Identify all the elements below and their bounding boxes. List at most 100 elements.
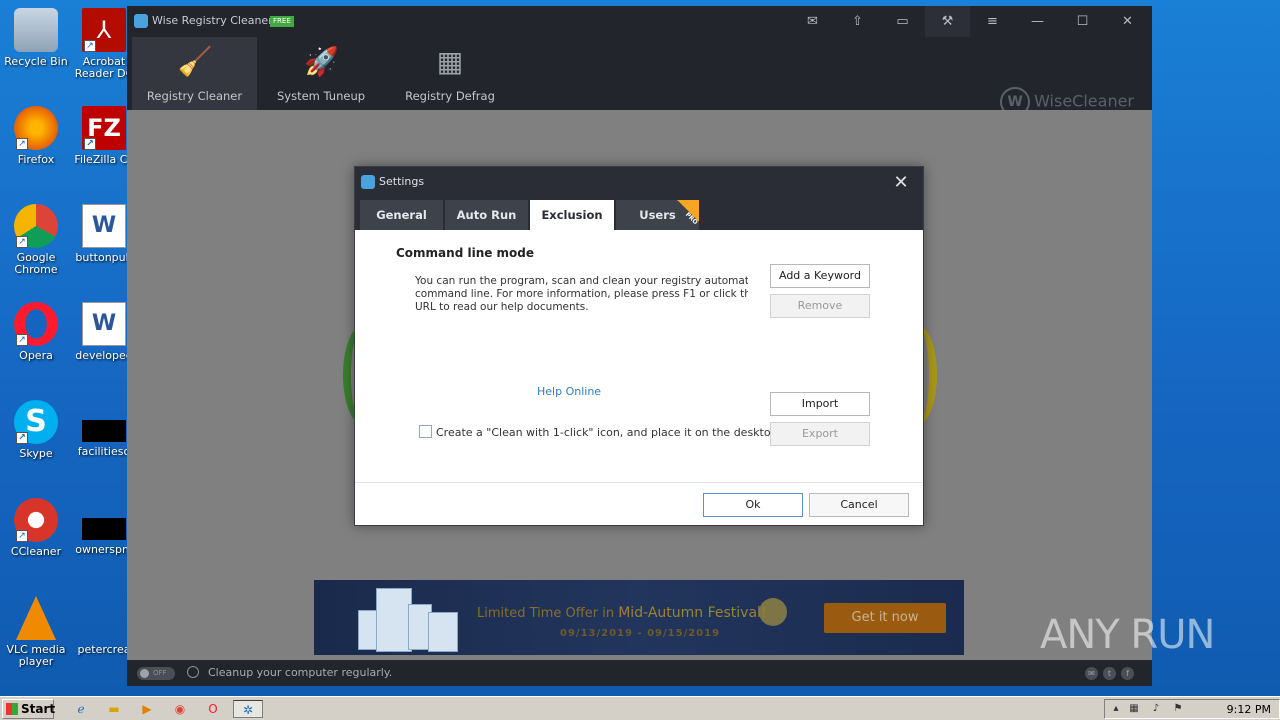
nav-system-tuneup[interactable]: 🚀 System Tuneup <box>257 37 385 110</box>
desktop-icon-label: Skype <box>19 447 53 460</box>
windows-flag-icon <box>6 703 18 715</box>
cancel-button[interactable]: Cancel <box>809 493 909 517</box>
action-center-flag-icon[interactable]: ⚑ <box>1171 702 1185 716</box>
description-line: You can run the program, scan and clean … <box>415 275 748 287</box>
desktop-icon-firefox[interactable]: ↗ Firefox <box>2 106 70 166</box>
minimize-icon[interactable]: — <box>1015 6 1060 37</box>
import-button[interactable]: Import <box>770 392 870 416</box>
app-navbar: 🧹 Registry Cleaner 🚀 System Tuneup ▦ Reg… <box>127 37 1152 117</box>
menu-icon[interactable]: ≡ <box>970 6 1015 37</box>
word-doc-icon: W <box>82 204 126 248</box>
opera-taskbar-icon[interactable]: O <box>202 700 224 718</box>
system-tray: ▴ ▦ ♪ ⚑ 9:12 PM <box>1104 699 1280 719</box>
add-keyword-button[interactable]: Add a Keyword <box>770 264 870 288</box>
ccleaner-icon: ↗ <box>14 498 58 542</box>
chrome-icon: ↗ <box>14 204 58 248</box>
dialog-title: Settings <box>379 175 425 188</box>
wise-registry-taskbar-icon[interactable]: ✲ <box>233 700 263 718</box>
black-file-icon <box>82 420 126 442</box>
close-icon[interactable]: ✕ <box>1105 6 1150 37</box>
dialog-body: Command line mode You can run the progra… <box>355 230 923 482</box>
schedule-toggle[interactable]: OFF <box>137 667 175 680</box>
nav-registry-cleaner[interactable]: 🧹 Registry Cleaner <box>132 37 257 110</box>
broom-icon: 🧹 <box>177 45 213 78</box>
nav-label: Registry Defrag <box>405 89 495 103</box>
network-icon[interactable]: ▦ <box>1127 702 1141 716</box>
nav-label: Registry Cleaner <box>146 89 243 103</box>
alarm-clock-icon <box>187 666 199 678</box>
maximize-icon[interactable]: ☐ <box>1060 6 1105 37</box>
ie-icon[interactable]: ℯ <box>70 700 92 718</box>
file-icon <box>82 596 126 640</box>
desktop-icon-label: Recycle Bin <box>4 55 68 68</box>
feedback-icon[interactable]: ▭ <box>880 6 925 37</box>
pro-badge: PRO <box>677 200 699 226</box>
anyrun-watermark: ANY RUN <box>1040 612 1215 658</box>
command-line-description: You can run the program, scan and clean … <box>415 275 748 319</box>
tab-users-label: Users <box>639 208 676 222</box>
app-statusbar: OFF Cleanup your computer regularly. ✉ t… <box>127 660 1152 686</box>
dialog-close-icon[interactable]: ✕ <box>889 171 913 195</box>
tray-expand-icon[interactable]: ▴ <box>1109 702 1123 716</box>
chrome-taskbar-icon[interactable]: ◉ <box>169 700 191 718</box>
get-it-now-button[interactable]: Get it now <box>824 603 946 633</box>
media-player-icon[interactable]: ▶ <box>136 700 158 718</box>
app-titlebar: Wise Registry Cleaner X FREE ✉ ⇧ ▭ ⚒ ≡ —… <box>127 6 1152 37</box>
acrobat-icon: ⅄ ↗ <box>82 8 126 52</box>
banner-dates: 09/13/2019 - 09/15/2019 <box>560 628 721 639</box>
promo-banner[interactable]: Limited Time Offer in Mid-Autumn Festiva… <box>314 580 964 655</box>
toggle-label: OFF <box>153 669 167 677</box>
rocket-icon: 🚀 <box>304 45 339 78</box>
description-line: URL to read our help documents. <box>415 301 589 313</box>
twitter-icon[interactable]: t <box>1103 667 1116 680</box>
section-title: Command line mode <box>396 246 535 260</box>
filezilla-icon: FZ ↗ <box>82 106 126 150</box>
clean-one-click-checkbox[interactable] <box>419 425 432 438</box>
taskbar-clock[interactable]: 9:12 PM <box>1227 703 1271 716</box>
settings-logo-icon <box>361 175 375 189</box>
banner-offer-highlight: Mid-Autumn Festival! <box>618 605 767 621</box>
start-button[interactable]: Start <box>2 699 56 719</box>
desktop-icon-vlc[interactable]: VLC media player <box>2 596 70 668</box>
banner-offer: Limited Time Offer in Mid-Autumn Festiva… <box>477 605 767 621</box>
volume-icon[interactable]: ♪ <box>1149 702 1163 716</box>
desktop-icon-ccleaner[interactable]: ↗ CCleaner <box>2 498 70 558</box>
dialog-footer: Ok Cancel <box>355 482 923 526</box>
tab-general[interactable]: General <box>360 200 443 230</box>
tab-users[interactable]: Users PRO <box>616 200 699 230</box>
wisecleaner-brand: WiseCleaner <box>1034 91 1134 111</box>
clean-one-click-option[interactable]: Create a "Clean with 1-click" icon, and … <box>419 425 778 439</box>
remove-button[interactable]: Remove <box>770 294 870 318</box>
status-text: Cleanup your computer regularly. <box>208 666 393 679</box>
desktop-icon-label: Google Chrome <box>14 251 58 276</box>
ok-button[interactable]: Ok <box>703 493 803 517</box>
description-line: command line. For more information, plea… <box>415 288 748 300</box>
desktop-icon-label: CCleaner <box>10 545 62 558</box>
desktop-icon-chrome[interactable]: ↗ Google Chrome <box>2 204 70 276</box>
start-label: Start <box>21 702 56 716</box>
desktop-icon-skype[interactable]: S ↗ Skype <box>2 400 70 460</box>
banner-offer-prefix: Limited Time Offer in <box>477 606 615 621</box>
desktop-icon-opera[interactable]: ↗ Opera <box>2 302 70 362</box>
desktop-icon-label: VLC media player <box>6 643 66 668</box>
black-file-icon <box>82 518 126 540</box>
taskbar: Start ℯ ▬ ▶ ◉ O ✲ ▴ ▦ ♪ ⚑ 9:12 PM <box>0 696 1280 720</box>
app-logo-icon <box>134 14 148 28</box>
mail-social-icon[interactable]: ✉ <box>1085 667 1098 680</box>
desktop-icon-recycle-bin[interactable]: Recycle Bin <box>2 8 70 68</box>
toggle-knob <box>140 669 149 678</box>
mail-icon[interactable]: ✉ <box>790 6 835 37</box>
desktop-icon-label: Opera <box>19 349 53 362</box>
tab-auto-run[interactable]: Auto Run <box>445 200 528 230</box>
word-doc-icon: W <box>82 302 126 346</box>
defrag-icon: ▦ <box>436 45 464 78</box>
export-button[interactable]: Export <box>770 422 870 446</box>
vlc-icon <box>16 596 56 640</box>
help-online-link[interactable]: Help Online <box>537 385 601 398</box>
wrench-icon[interactable]: ⚒ <box>925 6 970 37</box>
shirt-icon[interactable]: ⇧ <box>835 6 880 37</box>
tab-exclusion[interactable]: Exclusion <box>530 200 614 230</box>
explorer-icon[interactable]: ▬ <box>103 700 125 718</box>
facebook-icon[interactable]: f <box>1121 667 1134 680</box>
nav-registry-defrag[interactable]: ▦ Registry Defrag <box>385 37 515 110</box>
